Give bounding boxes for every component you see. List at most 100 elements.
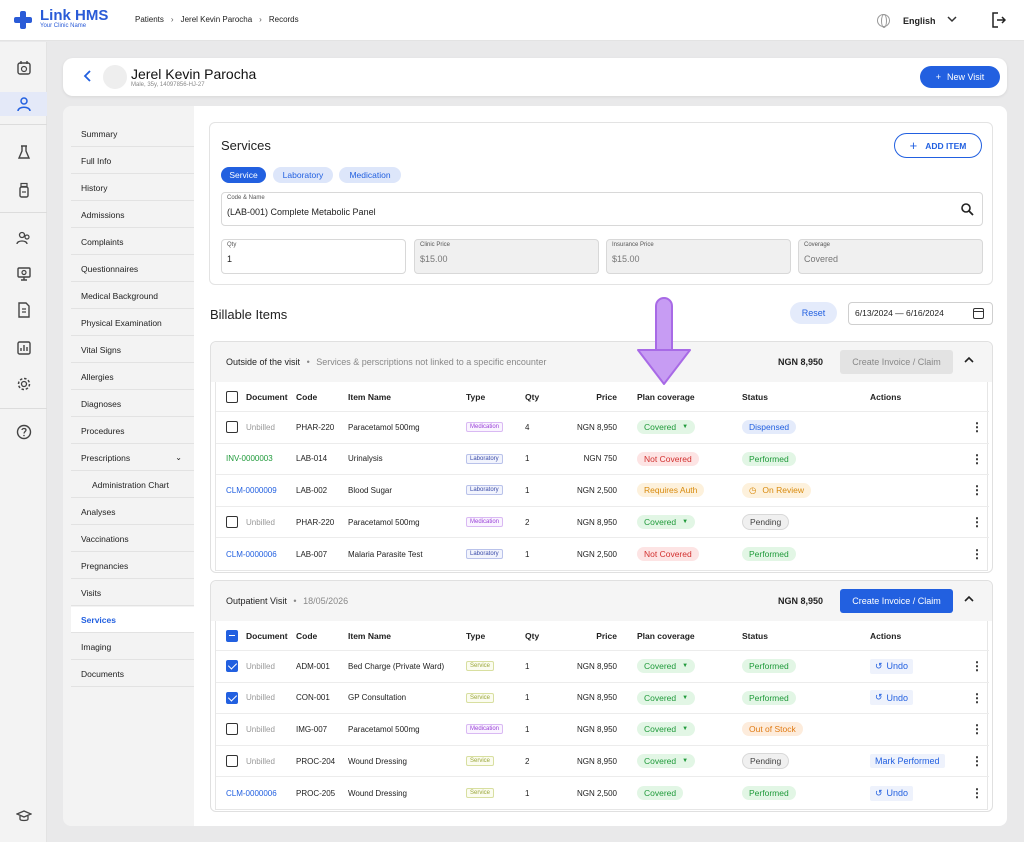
logout-icon[interactable]: [992, 12, 1007, 28]
nav-item-vaccinations[interactable]: Vaccinations: [71, 526, 194, 552]
breadcrumb-patient[interactable]: Jerel Kevin Parocha: [181, 15, 253, 24]
caret-down-icon[interactable]: ▼: [682, 695, 688, 701]
breadcrumb-separator-icon: ›: [259, 15, 262, 24]
chevron-down-icon[interactable]: [947, 14, 957, 27]
nav-item-diagnoses[interactable]: Diagnoses: [71, 391, 194, 417]
nav-item-procedures[interactable]: Procedures: [71, 418, 194, 444]
calendar-icon[interactable]: [973, 308, 984, 319]
undo-button[interactable]: ↺ Undo: [870, 690, 914, 706]
caret-down-icon[interactable]: ▼: [682, 424, 688, 430]
billing-document-icon[interactable]: [0, 298, 47, 322]
chevron-down-icon[interactable]: ⌄: [175, 445, 182, 471]
chevron-up-icon[interactable]: [964, 355, 974, 368]
nav-item-analyses[interactable]: Analyses: [71, 499, 194, 525]
caret-down-icon[interactable]: ▼: [682, 726, 688, 732]
nav-item-history[interactable]: History: [71, 175, 194, 201]
coverage-pill[interactable]: Covered ▼: [637, 754, 696, 769]
calendar-icon[interactable]: [0, 56, 47, 80]
coverage-cell: Not Covered: [637, 538, 699, 570]
qty-field[interactable]: Qty 1: [221, 239, 406, 274]
add-item-button[interactable]: + ADD ITEM: [894, 133, 982, 158]
nav-item-administration-chart[interactable]: Administration Chart: [71, 472, 194, 498]
more-vertical-icon[interactable]: ⋮: [971, 547, 983, 561]
nav-item-medical-background[interactable]: Medical Background: [71, 283, 194, 309]
coverage-value: Covered: [804, 254, 839, 264]
undo-button[interactable]: ↺ Undo: [870, 658, 914, 674]
coverage-pill[interactable]: Covered ▼: [637, 690, 696, 705]
row-menu: ⋮: [971, 444, 983, 475]
nav-item-allergies[interactable]: Allergies: [71, 364, 194, 390]
language-selector[interactable]: English: [903, 16, 936, 26]
coverage-pill[interactable]: Covered ▼: [637, 420, 696, 435]
caret-down-icon[interactable]: ▼: [682, 519, 688, 525]
more-vertical-icon[interactable]: ⋮: [971, 420, 983, 434]
more-vertical-icon[interactable]: ⋮: [971, 786, 983, 800]
column-header-label: Price: [596, 391, 617, 402]
table-row: Unbilled ADM-001 Bed Charge (Private Ward)…: [216, 651, 989, 683]
monitor-icon[interactable]: [0, 262, 47, 286]
caret-down-icon[interactable]: ▼: [682, 758, 688, 764]
globe-icon[interactable]: [877, 14, 890, 28]
code-name-field[interactable]: Code & Name (LAB-001) Complete Metabolic…: [221, 192, 983, 226]
nav-item-physical-examination[interactable]: Physical Examination: [71, 310, 194, 336]
caret-down-icon[interactable]: ▼: [682, 663, 688, 669]
more-vertical-icon[interactable]: ⋮: [971, 515, 983, 529]
table-row: Unbilled PROC-204 Wound Dressing Service 2 NG…: [216, 746, 989, 778]
help-icon[interactable]: [0, 420, 47, 444]
patient-icon[interactable]: [0, 92, 47, 116]
row-menu: ⋮: [971, 777, 983, 809]
create-invoice-button-disabled[interactable]: Create Invoice / Claim: [840, 350, 953, 374]
users-icon[interactable]: [0, 226, 47, 250]
nav-item-full-info[interactable]: Full Info: [71, 148, 194, 174]
new-visit-button[interactable]: + New Visit: [920, 66, 1000, 88]
column-header-label: Actions: [870, 391, 902, 402]
more-vertical-icon[interactable]: ⋮: [971, 483, 983, 497]
coverage-pill[interactable]: Covered: [637, 786, 684, 801]
more-vertical-icon[interactable]: ⋮: [971, 754, 983, 768]
coverage-label: Requires Auth: [644, 485, 698, 496]
back-arrow-icon[interactable]: [83, 70, 93, 85]
reports-chart-icon[interactable]: [0, 336, 47, 360]
reset-button[interactable]: Reset: [790, 302, 837, 324]
lab-flask-icon[interactable]: [0, 140, 47, 164]
graduation-cap-icon[interactable]: [0, 804, 47, 828]
coverage-pill[interactable]: Covered ▼: [637, 659, 696, 674]
settings-gear-icon[interactable]: [0, 372, 47, 396]
search-icon[interactable]: [961, 203, 974, 218]
nav-item-prescriptions[interactable]: Prescriptions ⌄: [71, 445, 194, 471]
row-menu: ⋮: [971, 714, 983, 745]
chip-medication[interactable]: Medication: [339, 167, 401, 183]
coverage-pill[interactable]: Covered ▼: [637, 515, 696, 530]
nav-item-vital-signs[interactable]: Vital Signs: [71, 337, 194, 363]
nav-item-imaging[interactable]: Imaging: [71, 634, 194, 660]
section-subtitle: Services & perscriptions not linked to a…: [316, 357, 547, 367]
mark-performed-button[interactable]: Mark Performed: [870, 754, 945, 769]
date-range-picker[interactable]: 6/13/2024 — 6/16/2024: [848, 302, 993, 325]
chip-service[interactable]: Service: [221, 167, 266, 183]
table-header: Document Code Item Name Type Qty Price Plan co…: [216, 382, 989, 412]
table-row: CLM-0000006 LAB-007 Malaria Parasite Test L…: [216, 538, 989, 570]
more-vertical-icon[interactable]: ⋮: [971, 659, 983, 673]
app-logo[interactable]: Link HMS Your Clinic Name: [14, 8, 108, 30]
nav-item-documents[interactable]: Documents: [71, 661, 194, 687]
nav-item-complaints[interactable]: Complaints: [71, 229, 194, 255]
coverage-pill[interactable]: Covered ▼: [637, 722, 696, 737]
more-vertical-icon[interactable]: ⋮: [971, 691, 983, 705]
chevron-up-icon[interactable]: [964, 594, 974, 607]
medication-bottle-icon[interactable]: [0, 178, 47, 202]
more-vertical-icon[interactable]: ⋮: [971, 722, 983, 736]
breadcrumb-patients[interactable]: Patients: [135, 15, 164, 24]
insurance-price-label: Insurance Price: [612, 242, 654, 248]
patient-header: Jerel Kevin Parocha Male, 35y, 14097856-…: [63, 58, 1007, 96]
nav-item-visits[interactable]: Visits: [71, 580, 194, 606]
nav-item-services[interactable]: Services: [71, 607, 194, 633]
nav-item-pregnancies[interactable]: Pregnancies: [71, 553, 194, 579]
nav-item-summary[interactable]: Summary: [71, 121, 194, 147]
nav-item-admissions[interactable]: Admissions: [71, 202, 194, 228]
chip-laboratory[interactable]: Laboratory: [273, 167, 333, 183]
nav-item-questionnaires[interactable]: Questionnaires: [71, 256, 194, 282]
undo-button[interactable]: ↺ Undo: [870, 785, 914, 801]
coverage-pill: Not Covered: [637, 451, 699, 466]
create-invoice-button[interactable]: Create Invoice / Claim: [840, 589, 953, 613]
more-vertical-icon[interactable]: ⋮: [971, 452, 983, 466]
